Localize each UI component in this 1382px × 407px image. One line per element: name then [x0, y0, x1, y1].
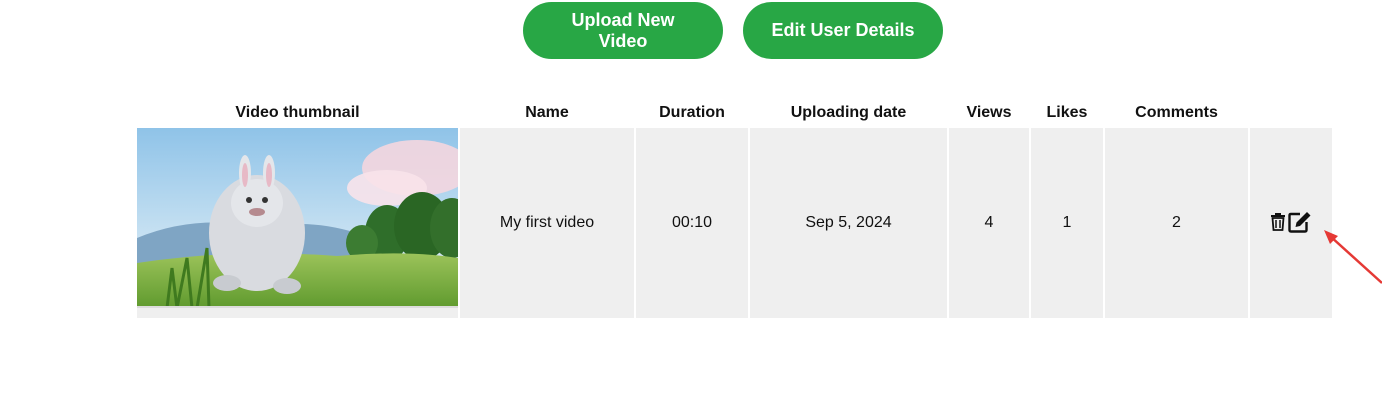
video-duration-cell: 00:10	[636, 128, 748, 318]
table-header-row: Video thumbnail Name Duration Uploading …	[137, 98, 1332, 128]
table-row: My first video 00:10 Sep 5, 2024 4 1 2	[137, 128, 1332, 318]
row-actions	[1270, 211, 1312, 233]
thumbnail-cell	[137, 128, 458, 318]
header-name: Name	[525, 104, 569, 121]
row-actions-cell	[1250, 128, 1332, 318]
header-views: Views	[966, 104, 1012, 121]
trash-icon[interactable]	[1270, 212, 1286, 231]
video-comments-cell: 2	[1105, 128, 1248, 318]
header-likes: Likes	[1046, 104, 1088, 121]
video-views-cell: 4	[949, 128, 1029, 318]
header-duration: Duration	[659, 104, 725, 121]
video-thumbnail-image[interactable]	[137, 128, 458, 308]
videos-table: Video thumbnail Name Duration Uploading …	[135, 98, 1334, 318]
edit-icon[interactable]	[1288, 211, 1312, 233]
edit-user-details-button[interactable]: Edit User Details	[743, 2, 943, 59]
header-video-thumbnail: Video thumbnail	[235, 104, 360, 121]
header-uploading-date: Uploading date	[790, 104, 907, 121]
header-comments: Comments	[1135, 104, 1218, 121]
video-name-cell: My first video	[460, 128, 634, 318]
video-upload-date-cell: Sep 5, 2024	[750, 128, 947, 318]
upload-new-video-button[interactable]: Upload New Video	[523, 2, 723, 59]
video-manager-page: Upload New Video Edit User Details Video…	[0, 0, 1382, 407]
header-actions	[1250, 98, 1332, 128]
video-likes-cell: 1	[1031, 128, 1103, 318]
action-buttons: Upload New Video Edit User Details	[523, 2, 943, 59]
